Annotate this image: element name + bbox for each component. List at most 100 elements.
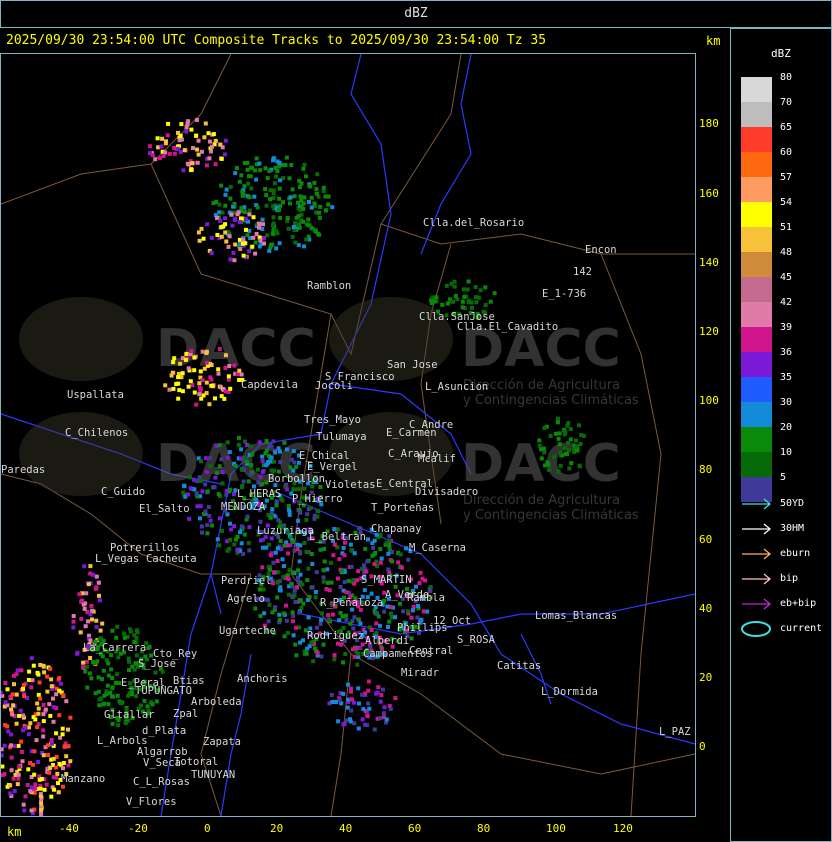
legend-swatch bbox=[741, 452, 772, 477]
echo-pixel bbox=[159, 144, 164, 149]
echo-pixel bbox=[291, 570, 296, 575]
echo-pixel bbox=[93, 691, 98, 696]
echo-pixel bbox=[215, 470, 220, 475]
km-unit-label-top: km bbox=[706, 34, 721, 48]
echo-pixel bbox=[5, 687, 10, 692]
echo-pixel bbox=[185, 161, 190, 166]
echo-pixel bbox=[188, 475, 192, 480]
echo-pixel bbox=[236, 210, 241, 215]
echo-pixel bbox=[327, 617, 332, 622]
echo-pixel bbox=[244, 442, 249, 447]
echo-pixel bbox=[11, 776, 16, 781]
echo-pixel bbox=[2, 772, 7, 777]
echo-pixel bbox=[440, 302, 445, 307]
echo-pixel bbox=[556, 436, 561, 441]
echo-pixel bbox=[276, 446, 281, 451]
echo-pixel bbox=[260, 454, 265, 459]
echo-pixel bbox=[94, 618, 99, 623]
place-label: Phillips bbox=[397, 622, 448, 634]
echo-pixel bbox=[381, 687, 385, 692]
echo-pixel bbox=[351, 578, 356, 583]
echo-pixel bbox=[241, 551, 245, 556]
echo-pixel bbox=[154, 699, 159, 704]
echo-pixel bbox=[266, 459, 271, 464]
echo-pixel bbox=[232, 492, 236, 497]
y-tick-label: 80 bbox=[699, 463, 713, 476]
echo-pixel bbox=[204, 380, 209, 385]
echo-pixel bbox=[233, 463, 238, 468]
echo-pixel bbox=[369, 628, 374, 632]
echo-pixel bbox=[293, 240, 298, 245]
echo-pixel bbox=[106, 661, 111, 666]
echo-pixel bbox=[291, 633, 296, 638]
echo-pixel bbox=[39, 808, 44, 812]
place-label: Divisadero bbox=[415, 486, 478, 498]
echo-pixel bbox=[421, 609, 426, 614]
echo-pixel bbox=[460, 299, 465, 304]
echo-pixel bbox=[246, 541, 251, 545]
echo-pixel bbox=[352, 654, 357, 659]
echo-pixel bbox=[258, 475, 263, 480]
echo-pixel bbox=[322, 546, 327, 551]
echo-pixel bbox=[305, 512, 310, 517]
echo-pixel bbox=[209, 251, 214, 255]
echo-pixel bbox=[281, 200, 285, 205]
track-legend-label: 30HM bbox=[780, 523, 805, 534]
echo-pixel bbox=[359, 566, 364, 571]
echo-pixel bbox=[243, 217, 248, 221]
place-label: San Jose bbox=[387, 359, 438, 371]
echo-pixel bbox=[304, 651, 309, 655]
echo-pixel bbox=[261, 222, 265, 227]
legend-swatch-label: 48 bbox=[780, 247, 793, 258]
echo-pixel bbox=[110, 628, 115, 633]
place-label: R_Peñaloza bbox=[320, 597, 383, 609]
echo-pixel bbox=[313, 646, 318, 651]
echo-pixel bbox=[220, 481, 225, 486]
place-label: Paredas bbox=[1, 464, 45, 476]
echo-pixel bbox=[291, 539, 295, 544]
echo-pixel bbox=[133, 661, 138, 666]
echo-pixel bbox=[61, 784, 65, 789]
echo-pixel bbox=[252, 194, 257, 199]
echo-pixel bbox=[115, 624, 120, 629]
echo-pixel bbox=[242, 532, 247, 537]
echo-pixel bbox=[194, 118, 199, 122]
place-label: Totoral bbox=[174, 756, 218, 768]
echo-pixel bbox=[304, 517, 309, 522]
echo-pixel bbox=[470, 305, 474, 310]
echo-pixel bbox=[537, 443, 542, 448]
echo-pixel bbox=[224, 492, 229, 497]
echo-pixel bbox=[238, 530, 243, 535]
echo-pixel bbox=[57, 676, 62, 681]
y-tick-label: 60 bbox=[699, 533, 713, 546]
legend-swatch bbox=[741, 327, 772, 352]
echo-pixel bbox=[231, 250, 236, 255]
echo-pixel bbox=[270, 610, 275, 615]
echo-pixel bbox=[577, 423, 581, 428]
echo-pixel bbox=[386, 551, 391, 556]
echo-pixel bbox=[226, 377, 231, 382]
legend-swatch bbox=[741, 127, 772, 152]
echo-pixel bbox=[86, 619, 90, 624]
echo-pixel bbox=[175, 146, 180, 151]
echo-pixel bbox=[306, 615, 311, 620]
echo-pixel bbox=[228, 487, 232, 492]
echo-pixel bbox=[171, 386, 176, 391]
echo-pixel bbox=[215, 233, 220, 237]
echo-pixel bbox=[71, 619, 76, 624]
radar-map[interactable]: DACC DACC Dirección de Agricultura y Con… bbox=[1, 54, 695, 816]
echo-pixel bbox=[189, 349, 194, 353]
echo-pixel bbox=[71, 614, 76, 618]
x-tick-label: 40 bbox=[339, 822, 353, 835]
echo-pixel bbox=[157, 156, 162, 161]
echo-pixel bbox=[197, 392, 202, 397]
echo-pixel bbox=[232, 363, 237, 368]
echo-pixel bbox=[35, 725, 40, 730]
echo-pixel bbox=[249, 165, 254, 170]
echo-pixel bbox=[541, 446, 546, 451]
echo-pixel bbox=[310, 585, 315, 590]
echo-pixel bbox=[106, 702, 111, 707]
echo-pixel bbox=[341, 546, 346, 550]
echo-pixel bbox=[478, 288, 483, 293]
echo-pixel bbox=[369, 591, 374, 596]
